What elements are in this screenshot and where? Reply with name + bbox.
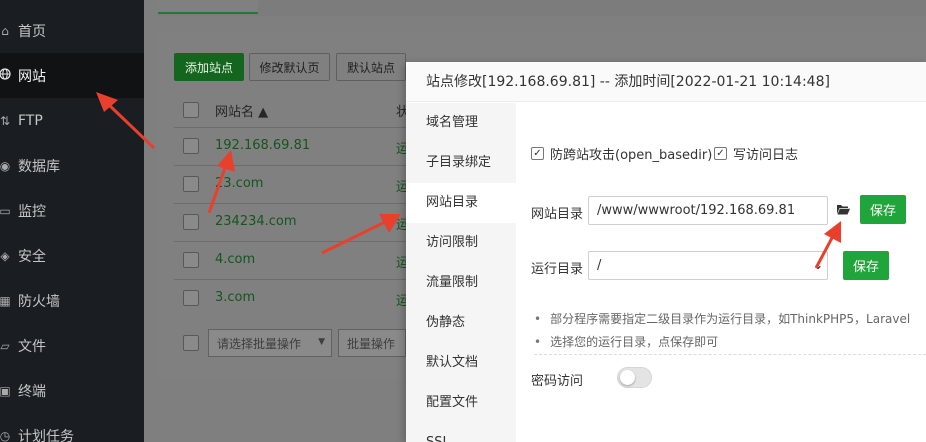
nav-default-document[interactable]: 默认文档 xyxy=(406,343,516,383)
hint-select-run-dir: 选择您的运行目录，点保存即可 xyxy=(534,333,718,350)
nav-ssl[interactable]: SSL xyxy=(406,423,516,442)
sidebar-item-terminal[interactable]: ▣ 终端 xyxy=(0,368,144,413)
add-site-button[interactable]: 添加站点 xyxy=(174,53,244,81)
sidebar-item-cron[interactable]: ◷ 计划任务 xyxy=(0,413,144,442)
access-log-label: 写访问日志 xyxy=(733,148,799,163)
hint-subdirectory: 部分程序需要指定二级目录作为运行目录，如ThinkPHP5，Laravel xyxy=(534,310,910,327)
nav-domain-management[interactable]: 域名管理 xyxy=(406,103,516,143)
row-checkbox[interactable] xyxy=(183,138,199,154)
site-name-link[interactable]: 4.com xyxy=(215,252,255,267)
nav-config-file[interactable]: 配置文件 xyxy=(406,383,516,423)
anti-xss-option[interactable]: ✓ 防跨站攻击(open_basedir) xyxy=(531,144,712,163)
sidebar-item-database[interactable]: ◉ 数据库 xyxy=(0,143,144,188)
nav-site-directory[interactable]: 网站目录 xyxy=(406,183,516,223)
batch-operation-placeholder: 请选择批量操作 xyxy=(217,336,302,351)
table-divider xyxy=(174,241,414,242)
sidebar-item-label: 安全 xyxy=(18,248,46,265)
password-access-toggle[interactable] xyxy=(617,367,652,388)
toggle-knob xyxy=(620,370,635,385)
row-checkbox[interactable] xyxy=(183,252,199,268)
table-divider xyxy=(174,203,414,204)
access-log-checkbox[interactable]: ✓ xyxy=(714,147,727,160)
default-site-button[interactable]: 默认站点 xyxy=(336,53,406,81)
sidebar-item-label: 文件 xyxy=(18,338,46,355)
hint-divider xyxy=(534,354,926,355)
tab-php-project[interactable] xyxy=(158,0,258,14)
sidebar-item-label: FTP xyxy=(18,112,43,129)
nav-rewrite[interactable]: 伪静态 xyxy=(406,303,516,343)
table-divider xyxy=(174,165,414,166)
sidebar-item-label: 监控 xyxy=(18,203,46,220)
column-header-site-name[interactable]: 网站名 ▲ xyxy=(215,101,268,120)
site-dir-label: 网站目录 xyxy=(531,207,584,222)
nav-traffic-limit[interactable]: 流量限制 xyxy=(406,263,516,303)
sidebar-item-security[interactable]: ◈ 安全 xyxy=(0,233,144,278)
dialog-title: 站点修改[192.168.69.81] -- 添加时间[2022-01-21 1… xyxy=(406,62,926,102)
sidebar-item-files[interactable]: ▱ 文件 xyxy=(0,323,144,368)
folder-open-icon[interactable] xyxy=(836,203,851,220)
caret-down-icon: ▼ xyxy=(318,337,325,347)
anti-xss-label: 防跨站攻击(open_basedir) xyxy=(550,148,713,163)
sidebar-item-firewall[interactable]: ▦ 防火墙 xyxy=(0,278,144,323)
edit-default-page-button[interactable]: 修改默认页 xyxy=(249,53,330,81)
globe-icon xyxy=(0,68,14,83)
table-divider xyxy=(174,279,414,280)
sidebar-item-ftp[interactable]: ⇅ FTP xyxy=(0,98,144,143)
sidebar-item-monitor[interactable]: ▭ 监控 xyxy=(0,188,144,233)
site-type-tabs xyxy=(158,0,926,16)
clock-icon: ◷ xyxy=(0,428,11,442)
access-log-option[interactable]: ✓ 写访问日志 xyxy=(714,144,798,163)
row-checkbox[interactable] xyxy=(183,290,199,306)
dialog-nav: 域名管理 子目录绑定 网站目录 访问限制 流量限制 伪静态 默认文档 配置文件 … xyxy=(406,103,516,442)
site-name-link[interactable]: 192.168.69.81 xyxy=(215,138,310,153)
batch-operation-select[interactable]: 请选择批量操作 ▼ xyxy=(208,329,332,357)
ftp-icon: ⇅ xyxy=(0,113,11,128)
site-name-link[interactable]: 234234.com xyxy=(215,214,297,229)
select-all-checkbox[interactable] xyxy=(183,102,199,118)
sidebar-item-label: 终端 xyxy=(18,383,46,400)
batch-select-checkbox[interactable] xyxy=(183,335,199,351)
sidebar: ⌂ 首页 网站 ⇅ FTP ◉ 数据库 ▭ 监控 ◈ 安全 ▦ 防火墙 ▱ 文件… xyxy=(0,0,144,442)
save-run-dir-button[interactable]: 保存 xyxy=(843,251,889,280)
row-checkbox[interactable] xyxy=(183,176,199,192)
table-divider xyxy=(174,127,414,128)
row-checkbox[interactable] xyxy=(183,214,199,230)
site-name-link[interactable]: 23.com xyxy=(215,176,263,191)
site-name-link[interactable]: 3.com xyxy=(215,290,255,305)
run-dir-select[interactable]: / ⌄ xyxy=(588,251,828,280)
password-access-label: 密码访问 xyxy=(531,374,584,389)
monitor-icon: ▭ xyxy=(0,203,11,218)
anti-xss-checkbox[interactable]: ✓ xyxy=(531,147,544,160)
sidebar-item-home[interactable]: ⌂ 首页 xyxy=(0,8,144,53)
nav-subdirectory-binding[interactable]: 子目录绑定 xyxy=(406,143,516,183)
batch-operation-button[interactable]: 批量操作 xyxy=(338,329,406,357)
terminal-icon: ▣ xyxy=(0,383,11,398)
sidebar-item-website[interactable]: 网站 xyxy=(0,53,144,98)
run-dir-value: / xyxy=(597,258,602,273)
sidebar-item-label: 防火墙 xyxy=(18,293,60,310)
site-dir-input[interactable]: /www/wwwroot/192.168.69.81 xyxy=(588,196,828,225)
run-dir-label: 运行目录 xyxy=(531,262,584,277)
firewall-icon: ▦ xyxy=(0,293,11,308)
nav-access-restriction[interactable]: 访问限制 xyxy=(406,223,516,263)
sidebar-item-label: 计划任务 xyxy=(18,428,74,442)
chevron-down-icon: ⌄ xyxy=(812,258,823,272)
database-icon: ◉ xyxy=(0,158,11,173)
sidebar-item-label: 网站 xyxy=(18,68,46,85)
shield-icon: ◈ xyxy=(0,248,10,263)
sidebar-item-label: 首页 xyxy=(18,23,46,40)
save-site-dir-button[interactable]: 保存 xyxy=(860,195,906,224)
folder-icon: ▱ xyxy=(0,338,10,353)
sidebar-item-label: 数据库 xyxy=(18,158,60,175)
home-icon: ⌂ xyxy=(1,23,9,38)
